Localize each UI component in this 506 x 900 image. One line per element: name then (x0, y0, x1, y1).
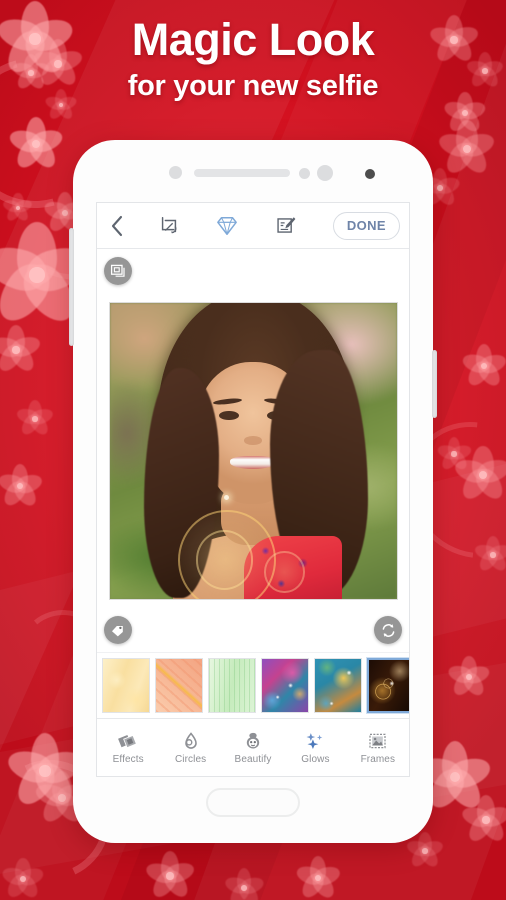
nav-item-glows[interactable]: Glows (284, 731, 346, 765)
filter-thumbnail-selected[interactable] (367, 658, 409, 713)
nav-item-frames[interactable]: Frames (347, 731, 409, 765)
effects-cards-icon (118, 734, 138, 748)
decorative-flower (473, 536, 506, 575)
decorative-flower (459, 795, 506, 846)
nav-label: Glows (301, 753, 330, 765)
diamond-enhance-button[interactable] (198, 203, 256, 248)
filter-thumbnail[interactable] (261, 658, 309, 713)
filter-preview (209, 659, 255, 712)
headline-line-2: for your new selfie (127, 70, 379, 102)
decorative-flower (452, 446, 506, 505)
sensor-dot-icon (169, 166, 182, 179)
filter-preview-overlay (156, 659, 202, 712)
decorative-flower (294, 855, 342, 900)
draw-edit-button[interactable] (256, 203, 314, 248)
filter-preview-overlay (369, 660, 409, 711)
nav-label: Circles (174, 753, 207, 765)
nav-item-circles[interactable]: Circles (159, 731, 221, 765)
decorative-flower (143, 851, 197, 900)
decorative-flower (405, 832, 445, 871)
filter-preview-overlay (262, 659, 308, 712)
reset-refresh-button[interactable] (374, 616, 402, 644)
done-button-slot: DONE (314, 203, 400, 248)
photo-canvas[interactable] (97, 249, 409, 652)
picture-frame-icon (369, 733, 386, 748)
nav-label: Effects (112, 753, 144, 765)
editor-bottom-nav: Effects Circles Beautify Glows Frames (97, 718, 409, 776)
filter-thumbnail-strip[interactable] (97, 652, 409, 718)
layers-toggle-button[interactable] (104, 257, 132, 285)
nav-label: Frames (360, 753, 396, 765)
stars-glow-icon (306, 732, 323, 749)
face-beautify-icon (246, 732, 260, 748)
decorative-flower (2, 193, 34, 224)
decorative-flower (446, 655, 492, 699)
tag-button[interactable] (104, 616, 132, 644)
app-screen: DONE Effects Circles Beautify Glows Fram… (96, 202, 410, 777)
droplet-circles-icon (184, 731, 197, 749)
frame-layers-icon (110, 264, 125, 277)
photo-frame (107, 300, 399, 601)
decorative-flower (0, 325, 43, 376)
filter-preview-overlay (315, 659, 361, 712)
draw-edit-icon (276, 217, 295, 233)
promo-headline: Magic Look for your new selfie (0, 14, 506, 106)
nav-item-beautify[interactable]: Beautify (222, 731, 284, 765)
chevron-left-icon (111, 215, 123, 236)
decorative-flower (222, 868, 266, 900)
earpiece-speaker (194, 169, 290, 177)
decorative-flower (6, 116, 66, 172)
subject-eye (218, 410, 239, 420)
decorative-flower (460, 343, 506, 389)
filter-preview-overlay (103, 659, 149, 712)
crop-rotate-icon (161, 216, 177, 233)
decorative-flower (0, 857, 46, 900)
home-button[interactable] (206, 788, 300, 817)
power-button[interactable] (432, 350, 437, 418)
sensor-dot-icon (299, 168, 310, 179)
nav-label: Beautify (234, 753, 272, 765)
filter-thumbnail[interactable] (314, 658, 362, 713)
filter-thumbnail[interactable] (102, 658, 150, 713)
promo-screenshot: Magic Look for your new selfie DONE Effe… (0, 0, 506, 900)
headline-line-1: Magic Look (131, 14, 375, 65)
subject-nose (244, 435, 262, 445)
glow-effect-ring (195, 530, 253, 590)
sensor-dot-icon (317, 165, 333, 181)
decorative-flower (0, 463, 44, 509)
done-button[interactable]: DONE (332, 211, 400, 240)
glow-effect-ring (264, 551, 305, 593)
decorative-flower (416, 741, 494, 814)
decorative-flower (0, 221, 94, 330)
back-button[interactable] (106, 203, 140, 248)
filter-thumbnail[interactable] (208, 658, 256, 713)
decorative-flower (15, 400, 55, 439)
phone-top-bezel (73, 140, 433, 202)
edited-photo[interactable] (108, 301, 398, 600)
crop-rotate-button[interactable] (140, 203, 198, 248)
decorative-flower (436, 120, 498, 179)
volume-button[interactable] (69, 228, 74, 346)
editor-toolbar: DONE (97, 203, 409, 249)
tag-icon (112, 626, 123, 637)
phone-mockup: DONE Effects Circles Beautify Glows Fram… (69, 140, 437, 843)
filter-thumbnail[interactable] (155, 658, 203, 713)
nav-item-effects[interactable]: Effects (97, 731, 159, 765)
refresh-icon (382, 623, 394, 637)
front-camera-icon (365, 169, 375, 179)
diamond-icon (217, 216, 237, 235)
